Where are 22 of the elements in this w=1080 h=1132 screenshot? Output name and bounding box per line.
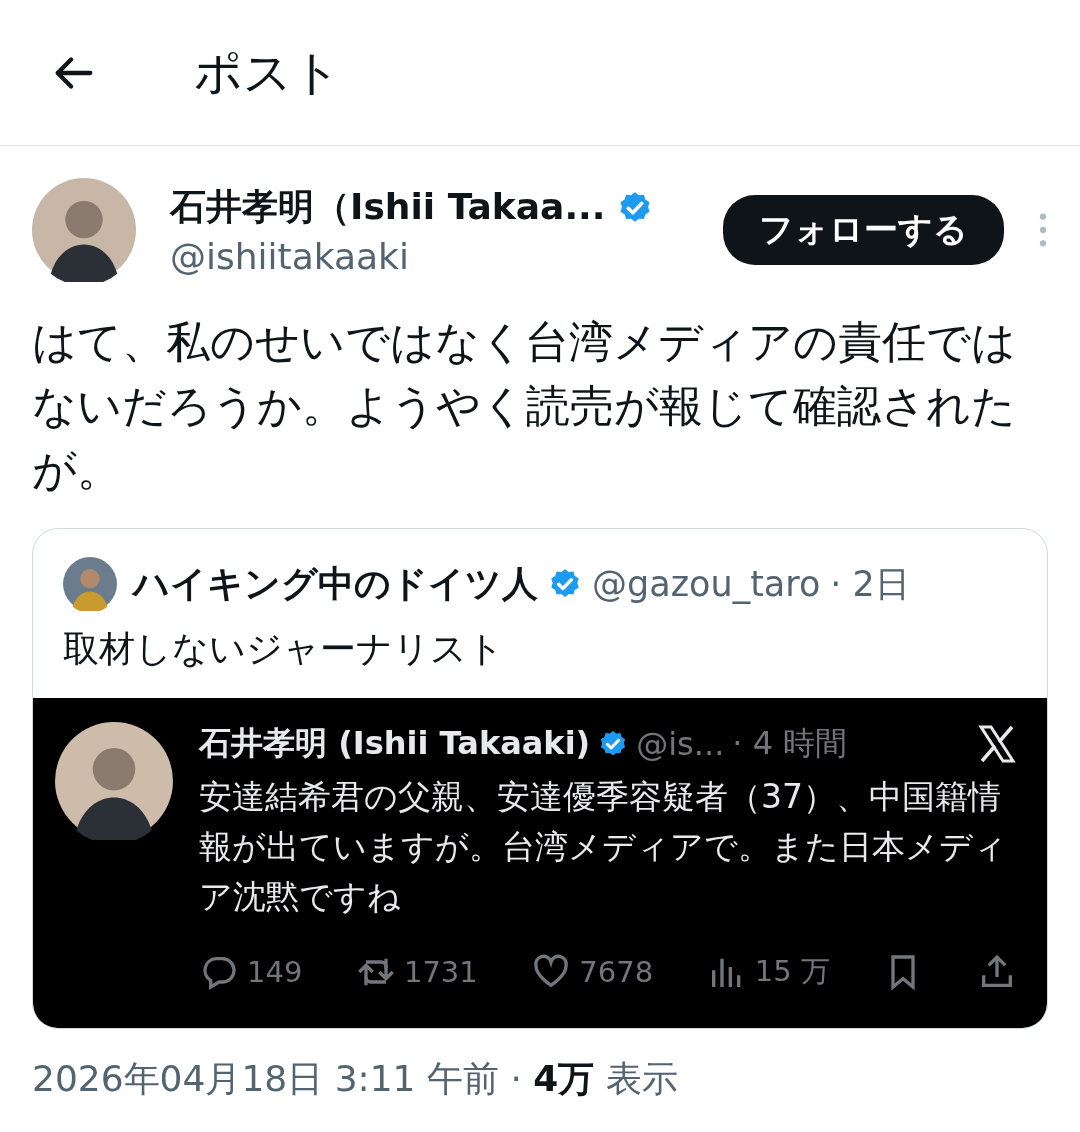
quoted-author-name: ハイキング中のドイツ人: [133, 561, 538, 606]
stat-count: 1731: [403, 955, 478, 989]
x-logo-icon: [977, 724, 1017, 764]
page-title: ポスト: [194, 42, 341, 102]
stat-count: 15 万: [754, 953, 830, 990]
post-text: はて、私のせいではなく台湾メディアの責任ではないだろうか。ようやく読売が報じて確認されたが。: [32, 315, 1017, 497]
avatar: [63, 557, 117, 611]
embedded-author-handle: @is...: [636, 725, 725, 763]
post-metadata: 2026年04月18日 3:11 午前 · 4万 表示: [32, 1057, 679, 1101]
post-time: · 2日: [830, 562, 910, 606]
stat-count: 149: [247, 955, 303, 989]
avatar[interactable]: [32, 178, 136, 282]
embedded-author-name: 石井孝明 (Ishii Takaaki): [199, 723, 591, 764]
stat-count: 7678: [579, 955, 654, 989]
author-handle[interactable]: @ishiitakaaki: [170, 236, 723, 277]
post-time: · 4 時間: [732, 723, 848, 764]
author-name[interactable]: 石井孝明（Ishii Takaa...: [170, 183, 606, 232]
embedded-post-text: 安達結希君の父親、安達優季容疑者（37）、中国籍情報が出ていますが。台湾メディアで。また日本メディア沈黙ですね: [199, 776, 1008, 918]
quoted-post-text: 取材しないジャーナリスト: [63, 627, 505, 671]
follow-button[interactable]: フォローする: [723, 195, 1004, 265]
quoted-post-card[interactable]: ハイキング中のドイツ人 @gazou_taro · 2日 取材しないジャーナリスト 石井孝明 (Ishii Takaaki) @is... · 4 時間 安達結希君の父親、安達優季容疑者（37）、中国籍情報が出ていますが。台湾メディアで。また日本メディア沈黙ですね 149 1731 7678 15 万: [32, 528, 1048, 1029]
quoted-author-handle: @gazou_taro: [592, 564, 821, 604]
